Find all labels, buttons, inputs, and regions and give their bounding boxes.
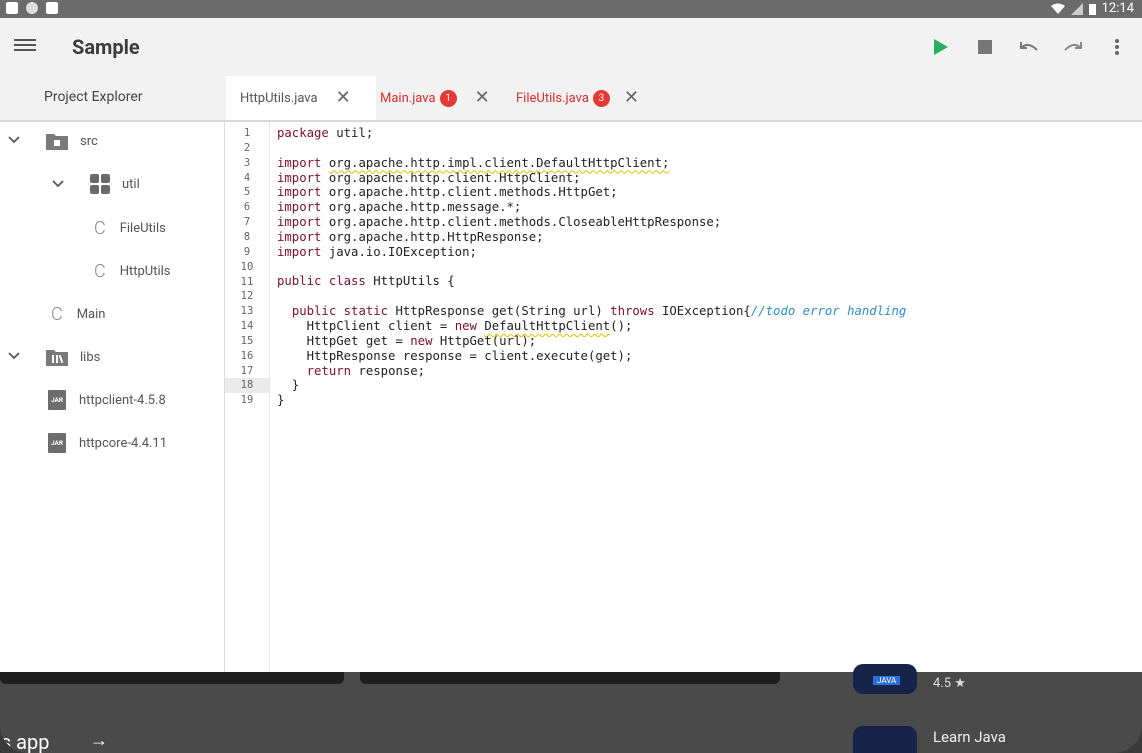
line-number: 12 — [240, 290, 254, 303]
line-number: 4 — [243, 171, 251, 184]
screenshot-strip — [0, 672, 344, 684]
line-number: 15 — [240, 334, 254, 347]
tree-label: Main — [76, 306, 106, 322]
chevron-down-icon[interactable] — [8, 132, 20, 148]
chevron-down-icon[interactable] — [52, 176, 64, 192]
tree-item-httpcore-jar[interactable]: JAR httpcore-4.4.11 — [48, 428, 167, 458]
notification-icon — [6, 2, 18, 14]
source-folder-icon — [46, 134, 68, 150]
more-vert-icon — [1115, 39, 1119, 55]
stop-button[interactable] — [974, 36, 996, 58]
wifi-icon — [1050, 3, 1065, 14]
line-number: 8 — [243, 230, 251, 243]
jar-file-icon: JAR — [48, 433, 66, 453]
class-icon: C — [51, 303, 63, 325]
tab-label: HttpUtils.java — [240, 90, 318, 106]
line-number: 13 — [240, 305, 254, 318]
tree-label: httpclient-4.5.8 — [79, 392, 166, 408]
package-icon — [90, 174, 110, 194]
chevron-down-icon[interactable] — [8, 348, 20, 364]
code-editor[interactable]: 1 2 3 4 5 6 7 8 9 10 11 12 13 14 15 16 17 18 19 package ut… — [225, 122, 1142, 672]
tab-main[interactable]: Main.java 1 ✕ — [366, 76, 510, 120]
tab-label: Main.java — [380, 90, 436, 106]
code-content[interactable]: package util; import org.apache.http.imp… — [277, 126, 906, 408]
close-icon[interactable]: ✕ — [336, 89, 351, 107]
status-bar: 12:14 — [0, 0, 1142, 18]
tree-label: src — [80, 133, 98, 149]
project-explorer-label: Project Explorer — [44, 89, 143, 105]
tab-label: FileUtils.java — [516, 90, 589, 106]
tree-item-libs[interactable]: libs — [46, 342, 100, 372]
toolbar: Sample — [0, 18, 1142, 76]
tab-fileutils[interactable]: FileUtils.java 3 ✕ — [502, 76, 666, 120]
line-number: 19 — [240, 394, 254, 407]
signal-icon — [1070, 2, 1083, 15]
tree-item-util[interactable]: util — [90, 169, 140, 199]
sync-icon — [26, 2, 38, 14]
tab-httputils[interactable]: HttpUtils.java ✕ — [226, 76, 376, 120]
tree-label: libs — [80, 349, 101, 365]
project-explorer: src util C FileUtils C HttpUtils C Main … — [0, 122, 225, 672]
app-name[interactable]: Learn Java — [933, 728, 1006, 746]
line-number: 7 — [243, 216, 251, 229]
line-number: 3 — [243, 156, 251, 169]
play-icon — [934, 39, 948, 55]
line-number: 9 — [243, 245, 251, 258]
background-store-page: JAVA 4.5 ★ Learn Java is app → — [0, 664, 1142, 753]
tree-label: util — [122, 176, 140, 192]
tree-item-httpclient-jar[interactable]: JAR httpclient-4.5.8 — [48, 385, 166, 415]
tree-item-fileutils[interactable]: C FileUtils — [94, 213, 166, 243]
tree-label: FileUtils — [119, 220, 166, 236]
line-number: 10 — [240, 260, 254, 273]
tree-label: HttpUtils — [119, 263, 171, 279]
app-icon-learn-java[interactable] — [853, 726, 917, 753]
tree-label: httpcore-4.4.11 — [79, 435, 168, 451]
ide-app: Sample Project Explorer HttpUtils.java ✕… — [0, 18, 1142, 672]
tree-item-src[interactable]: src — [46, 126, 98, 156]
redo-icon — [1064, 42, 1082, 51]
app-icon-java[interactable]: JAVA — [853, 664, 917, 694]
class-icon: C — [94, 260, 106, 282]
clock: 12:14 — [1101, 1, 1134, 16]
more-options-button[interactable] — [1106, 36, 1128, 58]
line-number: 5 — [243, 186, 251, 199]
tree-item-httputils[interactable]: C HttpUtils — [94, 256, 171, 286]
app-rating: 4.5 ★ — [933, 676, 966, 691]
error-count-badge: 3 — [592, 89, 610, 107]
jar-file-icon: JAR — [48, 390, 66, 410]
line-number: 2 — [243, 141, 251, 154]
sd-card-icon — [46, 2, 58, 14]
stop-icon — [978, 40, 992, 54]
line-number: 16 — [240, 349, 254, 362]
undo-icon — [1020, 42, 1038, 51]
error-count-badge: 1 — [439, 89, 457, 107]
line-number: 14 — [240, 320, 254, 333]
tabs-row: Project Explorer HttpUtils.java ✕ Main.j… — [0, 76, 1142, 122]
line-number: 18 — [225, 378, 269, 394]
battery-icon — [1088, 3, 1096, 15]
menu-icon[interactable] — [14, 36, 36, 56]
device-frame: 12:14 Sample Project Explorer HttpUtils.… — [0, 0, 1142, 753]
line-number-gutter: 1 2 3 4 5 6 7 8 9 10 11 12 13 14 15 16 17 18 19 — [225, 122, 270, 672]
app-title: Sample — [72, 35, 140, 59]
redo-button[interactable] — [1062, 36, 1084, 58]
arrow-right-icon[interactable]: → — [90, 730, 108, 751]
line-number: 1 — [243, 127, 251, 139]
library-folder-icon — [46, 350, 68, 366]
class-icon: C — [94, 217, 106, 239]
run-button[interactable] — [930, 36, 952, 58]
line-number: 17 — [240, 364, 254, 377]
close-icon[interactable]: ✕ — [624, 89, 639, 107]
line-number: 11 — [240, 275, 254, 288]
close-icon[interactable]: ✕ — [475, 89, 490, 107]
section-heading: is app — [0, 730, 50, 753]
screenshot-strip — [360, 672, 780, 684]
line-number: 6 — [243, 201, 251, 214]
undo-button[interactable] — [1018, 36, 1040, 58]
java-label: JAVA — [873, 676, 901, 685]
tree-item-main[interactable]: C Main — [51, 299, 105, 329]
